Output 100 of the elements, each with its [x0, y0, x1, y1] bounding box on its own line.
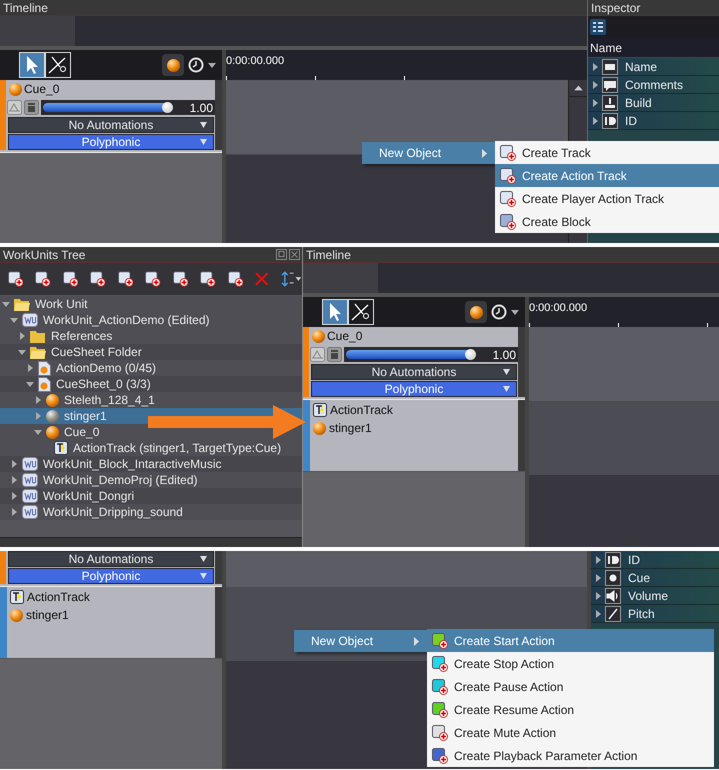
property-row[interactable]: ID [591, 551, 719, 569]
mode-dropdown[interactable]: Polyphonic [311, 381, 517, 397]
add-object-icon[interactable] [145, 271, 161, 287]
expand-triangle-icon[interactable] [34, 396, 42, 404]
menu-item[interactable]: Create Stop Action [427, 652, 714, 675]
tree-row[interactable]: WorkUnit_Dongri [0, 488, 302, 504]
property-row[interactable]: ID [588, 112, 719, 130]
property-row[interactable]: Pitch [591, 605, 719, 623]
expand-triangle-icon[interactable] [591, 116, 599, 124]
calculator-icon[interactable] [24, 100, 39, 115]
expand-triangle-icon[interactable] [34, 412, 42, 420]
property-row[interactable]: Comments [588, 76, 719, 94]
action-track-card[interactable]: ActionTrack stinger1 [303, 400, 525, 472]
automation-dropdown[interactable]: No Automations [8, 117, 214, 133]
scissors-tool-button[interactable] [348, 299, 374, 325]
new-object-menu-item[interactable]: New Object [362, 142, 495, 164]
collapse-triangle-icon[interactable] [2, 300, 10, 308]
volume-slider[interactable]: 1.00 [344, 347, 518, 362]
tree-row[interactable]: CueSheet_0 (3/3) [0, 376, 302, 392]
mode-dropdown[interactable]: Polyphonic [8, 134, 214, 150]
menu-item[interactable]: Create Start Action [427, 629, 714, 652]
add-object-icon[interactable] [90, 271, 106, 287]
tree-row[interactable]: WorkUnit_Dripping_sound [0, 504, 302, 520]
sort-icon[interactable] [280, 271, 302, 287]
menu-item[interactable]: Create Action Track [495, 164, 719, 187]
expand-triangle-icon[interactable] [594, 556, 602, 564]
tree-row[interactable]: Work Unit [0, 296, 302, 312]
add-object-icon[interactable] [62, 271, 78, 287]
add-object-icon[interactable] [228, 271, 244, 287]
slider-thumb[interactable] [162, 102, 173, 113]
slider-thumb[interactable] [465, 349, 476, 360]
tree-row[interactable]: ActionTrack (stinger1, TargetType:Cue) [0, 440, 302, 456]
expand-triangle-icon[interactable] [591, 62, 599, 70]
scissors-tool-button[interactable] [45, 52, 71, 78]
automation-dropdown[interactable]: No Automations [311, 364, 517, 380]
expand-triangle-icon[interactable] [594, 592, 602, 600]
collapse-triangle-icon[interactable] [10, 316, 18, 324]
menu-item[interactable]: Create Pause Action [427, 675, 714, 698]
tree-row[interactable]: ActionDemo (0/45) [0, 360, 302, 376]
collapse-triangle-icon[interactable] [18, 348, 26, 356]
mode-dropdown[interactable]: Polyphonic [8, 568, 214, 584]
clock-icon[interactable] [491, 304, 521, 320]
menu-item[interactable]: Create Playback Parameter Action [427, 744, 714, 767]
menu-item[interactable]: Create Resume Action [427, 698, 714, 721]
menu-item[interactable]: Create Block [495, 210, 719, 233]
tree-row[interactable]: CueSheet Folder [0, 344, 302, 360]
collapse-triangle-icon[interactable] [26, 380, 34, 388]
new-object-menu-item[interactable]: New Object [294, 630, 427, 652]
property-row[interactable]: Cue [591, 569, 719, 587]
expand-triangle-icon[interactable] [10, 460, 18, 468]
column-header[interactable]: Name [590, 38, 622, 56]
property-row[interactable]: Volume [591, 587, 719, 605]
track-scrollbar[interactable] [215, 80, 222, 150]
list-view-icon[interactable] [590, 19, 606, 35]
record-button[interactable] [465, 301, 487, 323]
expand-triangle-icon[interactable] [18, 332, 26, 340]
tree-row[interactable]: Steleth_128_4_1 [0, 392, 302, 408]
add-object-icon[interactable] [8, 271, 24, 287]
menu-item[interactable]: Create Player Action Track [495, 187, 719, 210]
menu-item[interactable]: Create Track [495, 141, 719, 164]
calculator-icon[interactable] [327, 347, 342, 362]
caret-icon [200, 139, 207, 145]
track-scrollbar[interactable] [215, 587, 222, 658]
volume-slider[interactable]: 1.00 [41, 100, 215, 115]
expand-triangle-icon[interactable] [594, 610, 602, 618]
cue-track-card[interactable]: Cue_0 1.00 No Automations Polyphonic [0, 80, 222, 153]
track-scrollbar[interactable] [215, 551, 222, 584]
tree-row[interactable]: WorkUnit_ActionDemo (Edited) [0, 312, 302, 328]
add-object-icon[interactable] [172, 271, 188, 287]
menu-item[interactable]: Create Mute Action [427, 721, 714, 744]
close-icon[interactable] [289, 249, 300, 260]
clock-icon[interactable] [188, 57, 218, 73]
property-row[interactable]: Build [588, 94, 719, 112]
tree-row[interactable]: WorkUnit_DemoProj (Edited) [0, 472, 302, 488]
expand-triangle-icon[interactable] [591, 98, 599, 106]
cue-track-card[interactable]: No Automations Polyphonic [0, 551, 222, 587]
tree-row[interactable]: References [0, 328, 302, 344]
expand-triangle-icon[interactable] [26, 364, 34, 372]
delete-icon[interactable] [255, 272, 269, 286]
add-object-icon[interactable] [200, 271, 216, 287]
record-button[interactable] [162, 54, 184, 76]
expand-triangle-icon[interactable] [10, 492, 18, 500]
restore-icon[interactable] [276, 249, 287, 260]
pointer-tool-button[interactable] [19, 52, 45, 78]
expand-triangle-icon[interactable] [10, 476, 18, 484]
collapse-triangle-icon[interactable] [34, 428, 42, 436]
caret-icon [200, 556, 207, 562]
add-object-icon[interactable] [118, 271, 134, 287]
track-scrollbar[interactable] [518, 400, 525, 471]
action-track-card[interactable]: ActionTrack stinger1 [0, 587, 222, 659]
property-row[interactable]: Name [588, 58, 719, 76]
cue-track-card[interactable]: Cue_0 1.00 No Automations Polyphonic [303, 327, 525, 400]
expand-triangle-icon[interactable] [10, 508, 18, 516]
pointer-tool-button[interactable] [322, 299, 348, 325]
expand-triangle-icon[interactable] [594, 574, 602, 582]
track-scrollbar[interactable] [518, 327, 525, 397]
tree-row[interactable]: WorkUnit_Block_IntaractiveMusic [0, 456, 302, 472]
expand-triangle-icon[interactable] [591, 80, 599, 88]
add-object-icon[interactable] [35, 271, 51, 287]
automation-dropdown[interactable]: No Automations [8, 551, 214, 567]
